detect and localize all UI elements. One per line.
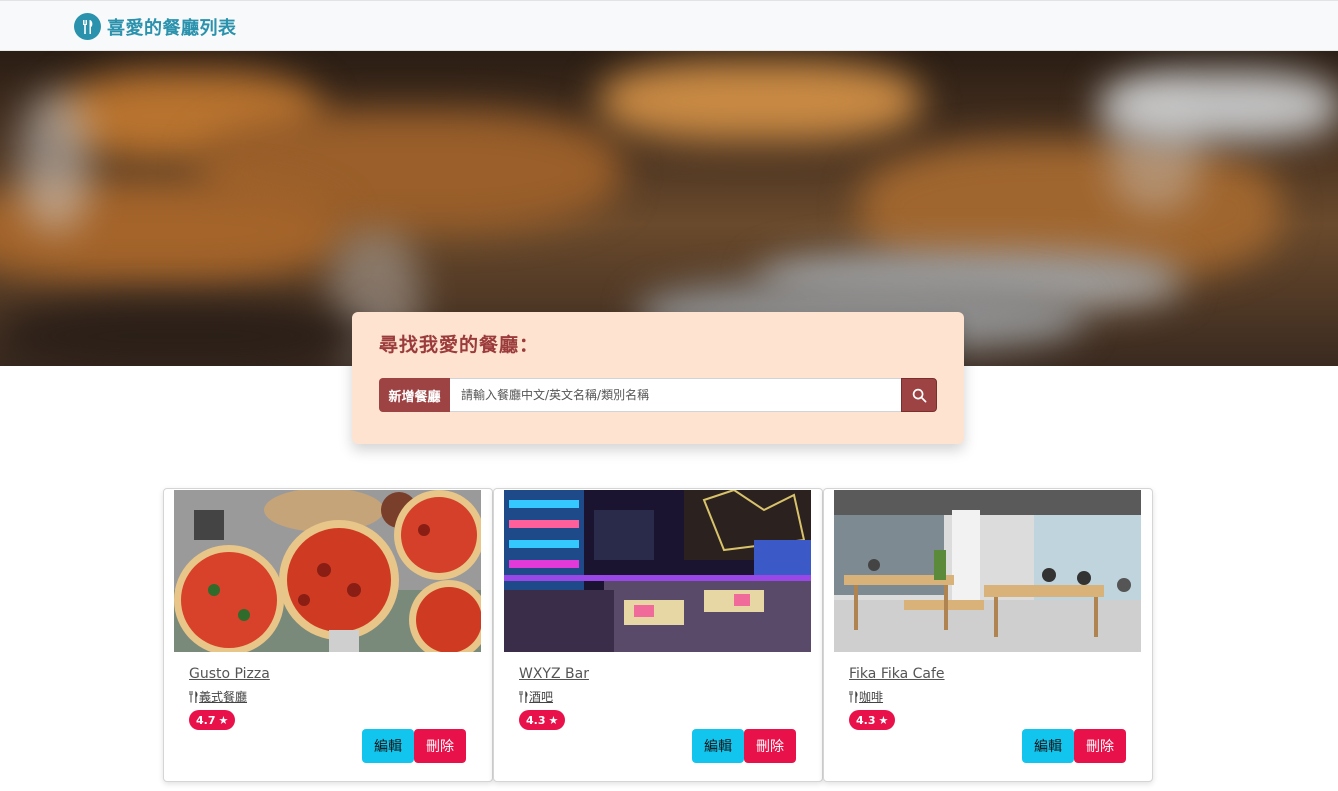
rating-value: 4.7: [196, 713, 216, 727]
search-button[interactable]: [901, 378, 937, 412]
restaurant-name[interactable]: WXYZ Bar: [519, 666, 589, 682]
rating-value: 4.3: [526, 713, 546, 727]
category-label[interactable]: 咖啡: [859, 688, 883, 705]
rating-badge: 4.3 ★: [849, 710, 896, 730]
restaurant-card[interactable]: Fika Fika Cafe 咖啡 4.3 ★ 編輯 刪除: [823, 488, 1153, 782]
rating-badge: 4.7 ★: [189, 710, 236, 730]
star-icon: ★: [878, 713, 889, 727]
add-restaurant-button[interactable]: 新增餐廳: [379, 378, 450, 412]
restaurant-name[interactable]: Gusto Pizza: [189, 666, 270, 682]
cafe-photo[interactable]: [834, 490, 1141, 652]
restaurant-category: 酒吧: [519, 688, 553, 705]
rating-value: 4.3: [856, 713, 876, 727]
utensils-icon: [519, 690, 528, 703]
edit-button[interactable]: 編輯: [692, 729, 744, 763]
pizza-photo[interactable]: [174, 490, 481, 652]
utensils-icon: [74, 13, 101, 40]
restaurant-category: 義式餐廳: [189, 688, 247, 705]
search-input[interactable]: [450, 378, 901, 412]
restaurant-card[interactable]: WXYZ Bar 酒吧 4.3 ★ 編輯 刪除: [493, 488, 823, 782]
brand-link[interactable]: 喜愛的餐廳列表: [74, 13, 237, 40]
restaurant-category: 咖啡: [849, 688, 883, 705]
category-label[interactable]: 酒吧: [529, 688, 553, 705]
edit-button[interactable]: 編輯: [1022, 729, 1074, 763]
restaurant-card[interactable]: Gusto Pizza 義式餐廳 4.7 ★ 編輯 刪除: [163, 488, 493, 782]
utensils-icon: [189, 690, 198, 703]
search-title: 尋找我愛的餐廳：: [379, 334, 540, 356]
edit-button[interactable]: 編輯: [362, 729, 414, 763]
delete-button[interactable]: 刪除: [1074, 729, 1126, 763]
navbar: 喜愛的餐廳列表: [0, 0, 1338, 51]
brand-title: 喜愛的餐廳列表: [107, 17, 237, 39]
search-panel: 尋找我愛的餐廳： 新增餐廳: [352, 312, 964, 444]
star-icon: ★: [548, 713, 559, 727]
rating-badge: 4.3 ★: [519, 710, 566, 730]
delete-button[interactable]: 刪除: [414, 729, 466, 763]
delete-button[interactable]: 刪除: [744, 729, 796, 763]
magnifier-icon: [912, 388, 926, 402]
star-icon: ★: [218, 713, 229, 727]
restaurant-name[interactable]: Fika Fika Cafe: [849, 666, 945, 682]
category-label[interactable]: 義式餐廳: [199, 688, 247, 705]
search-row: 新增餐廳: [379, 378, 937, 412]
utensils-icon: [849, 690, 858, 703]
bar-photo[interactable]: [504, 490, 811, 652]
